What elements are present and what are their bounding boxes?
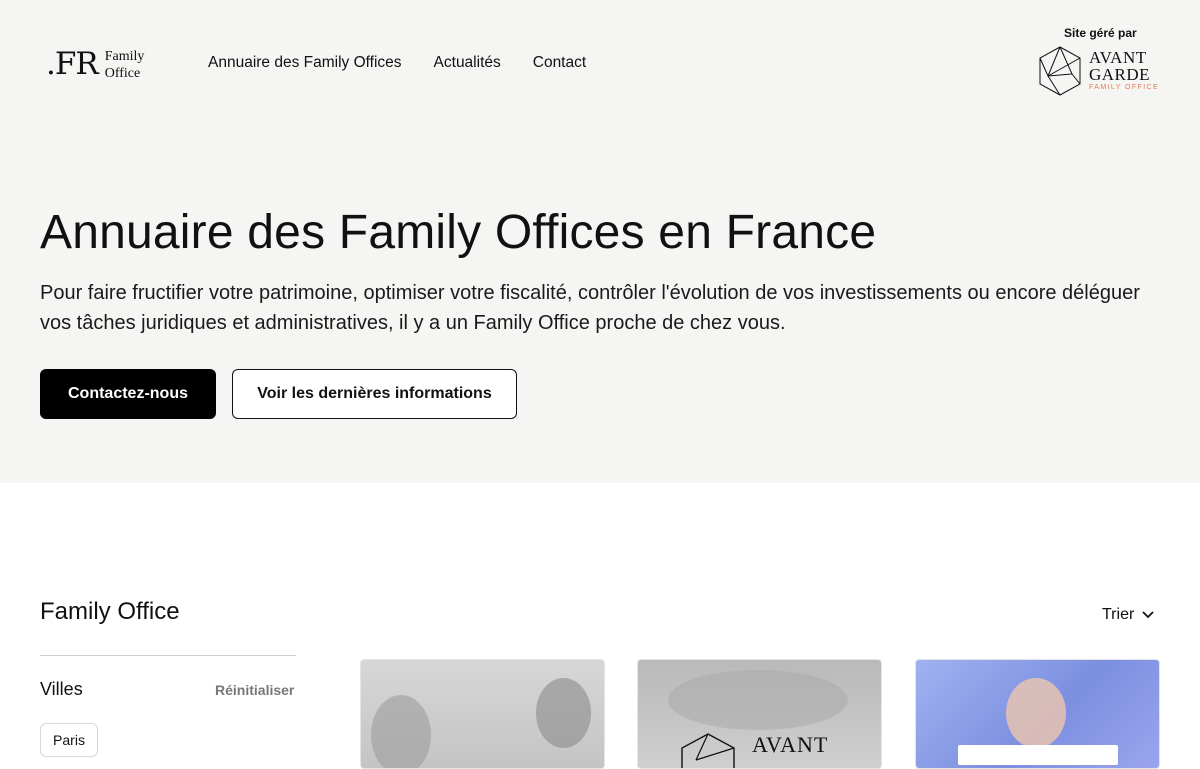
brand-subtitle: FAMILY OFFICE — [1089, 84, 1160, 91]
avant-garde-logo-image — [668, 670, 848, 730]
card-logo-icon — [681, 733, 735, 768]
avant-garde-logo-icon — [1039, 46, 1081, 96]
filter-divider — [40, 655, 296, 656]
nav-link-directory[interactable]: Annuaire des Family Offices — [208, 54, 402, 72]
sort-dropdown[interactable]: Trier — [1102, 606, 1154, 624]
sort-label: Trier — [1102, 606, 1135, 623]
contact-button[interactable]: Contactez-nous — [40, 369, 216, 419]
logo-line-2: Office — [104, 66, 141, 81]
brand-line-2: GARDE — [1089, 65, 1151, 84]
filter-chip-paris[interactable]: Paris — [40, 723, 98, 757]
team-photo-image — [371, 695, 431, 768]
page-title: Annuaire des Family Offices en France — [40, 206, 877, 259]
nav-link-news[interactable]: Actualités — [434, 54, 501, 72]
listing-title: Family Office — [40, 598, 180, 625]
filter-title: Villes — [40, 679, 83, 699]
nav-link-contact[interactable]: Contact — [533, 54, 586, 72]
avant-garde-wordmark: AVANT GARDE — [1089, 49, 1150, 83]
logo-line-1: Family — [104, 49, 145, 64]
card-brand-text: AVANT — [752, 732, 829, 757]
family-office-card[interactable]: AVANT — [637, 659, 882, 769]
team-photo-person — [536, 678, 591, 748]
managed-by-label: Site géré par — [1064, 26, 1137, 40]
card-caption-badge — [958, 745, 1118, 765]
logo-wordmark: Family Office — [105, 48, 145, 82]
family-office-card[interactable] — [360, 659, 605, 769]
chevron-down-icon — [1142, 611, 1154, 619]
family-office-card[interactable] — [915, 659, 1160, 769]
speaker-photo-image — [1006, 678, 1066, 748]
main-nav: Annuaire des Family Offices Actualités C… — [208, 54, 618, 72]
logo-mark: .FR — [46, 45, 99, 82]
site-logo[interactable]: .FR Family Office — [46, 46, 144, 82]
hero-description: Pour faire fructifier votre patrimoine, … — [40, 282, 1140, 334]
latest-news-button[interactable]: Voir les dernières informations — [232, 369, 517, 419]
reset-filters-button[interactable]: Réinitialiser — [215, 682, 294, 698]
hero-section: .FR Family Office Annuaire des Family Of… — [0, 0, 1200, 483]
